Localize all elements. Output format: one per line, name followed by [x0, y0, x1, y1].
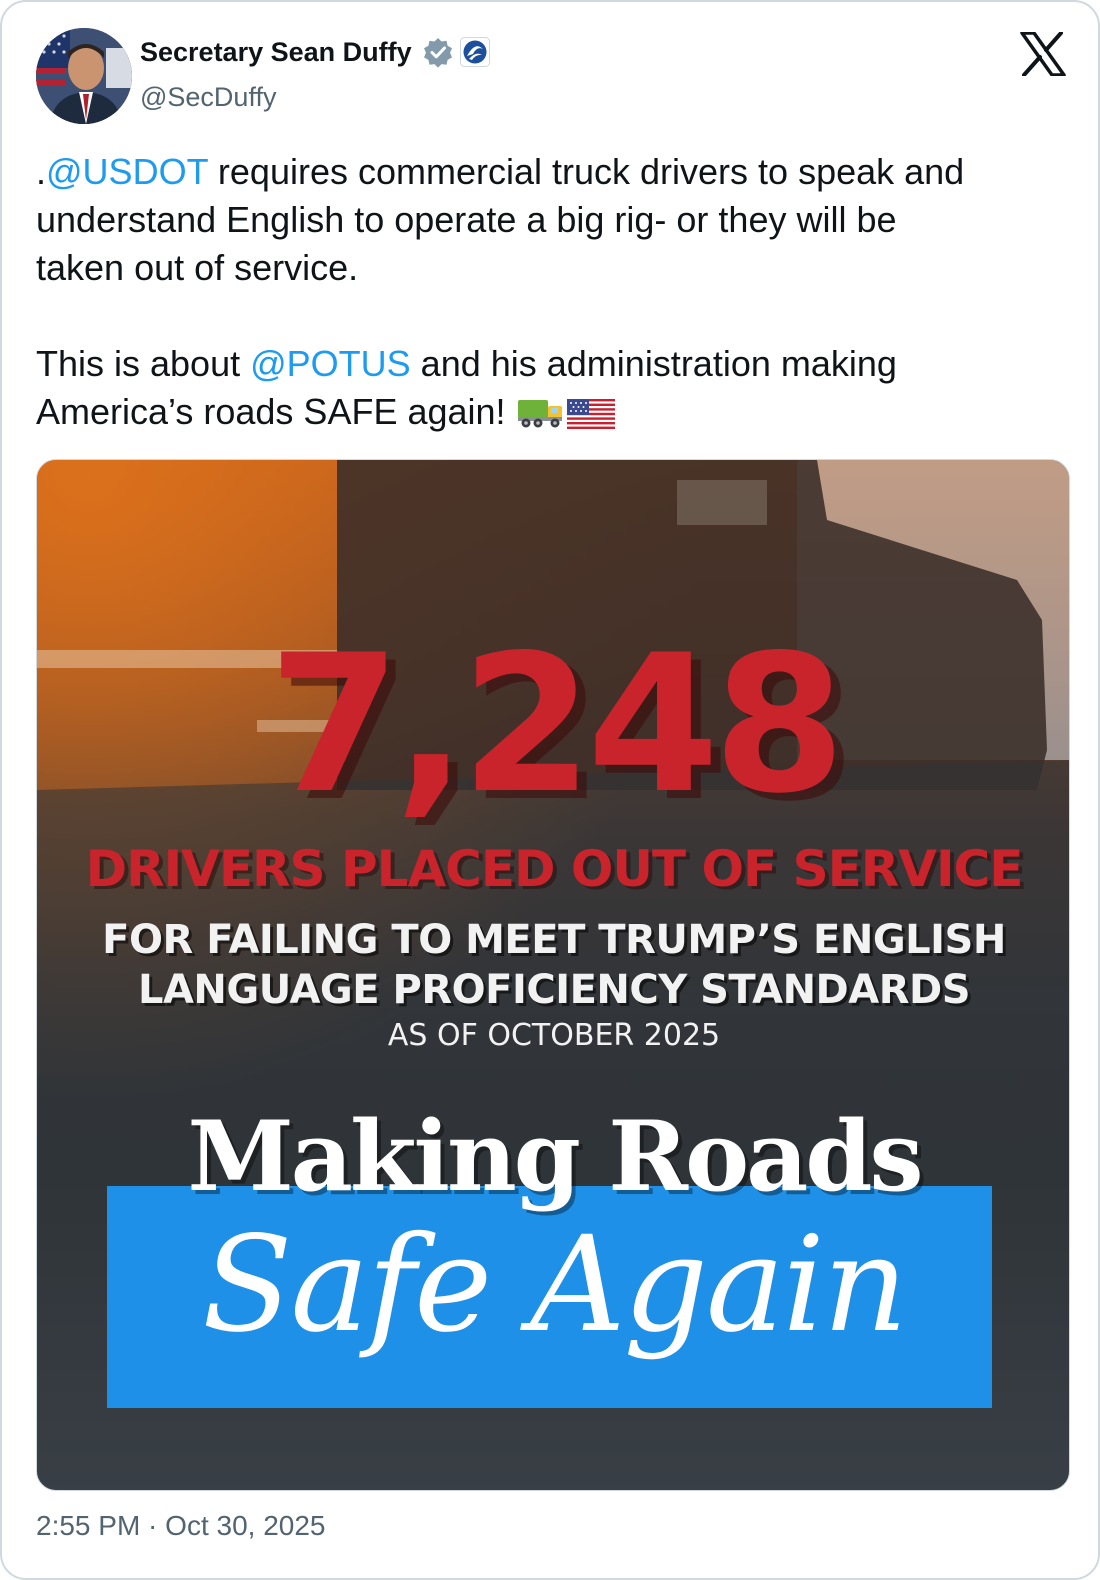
us-flag-emoji: [566, 394, 616, 442]
text-run: and his administration making: [410, 343, 897, 384]
avatar[interactable]: [36, 28, 132, 124]
mention-usdot-link[interactable]: @USDOT: [46, 151, 208, 192]
text-run: America’s roads SAFE again!: [36, 391, 516, 432]
out-of-service-count: 7,248: [268, 614, 846, 835]
subheadline-line: FOR FAILING TO MEET TRUMP’S ENGLISH: [102, 917, 1006, 963]
tweet-line: .@USDOT requires commercial truck driver…: [36, 148, 1076, 196]
headline: DRIVERS PLACED OUT OF SERVICE: [85, 840, 1024, 898]
mention-potus-link[interactable]: @POTUS: [250, 343, 411, 384]
profile-photo: [36, 28, 132, 124]
tweet-line: taken out of service.: [36, 247, 359, 288]
text-prefix: .: [36, 151, 47, 192]
verified-badge-icon[interactable]: [422, 36, 454, 68]
slogan-line-2: Safe Again: [202, 1208, 908, 1362]
author-name-row: Secretary Sean Duffy: [140, 36, 490, 68]
text-run: requires commercial truck drivers to spe…: [207, 151, 965, 192]
usdot-logo-icon[interactable]: [459, 37, 490, 67]
tweet-line: This is about @POTUS and his administrat…: [36, 340, 1076, 388]
subheadline-line: LANGUAGE PROFICIENCY STANDARDS: [137, 967, 971, 1013]
text-run: This is about: [36, 343, 251, 384]
x-logo-icon[interactable]: [1020, 31, 1066, 77]
tweet-media-image[interactable]: 7,248 DRIVERS PLACED OUT OF SERVICE FOR …: [36, 459, 1070, 1491]
tweet-line: America’s roads SAFE again!: [36, 388, 1076, 442]
slogan-line-1: Making Roads: [187, 1100, 924, 1213]
tweet-text: .@USDOT requires commercial truck driver…: [36, 148, 1076, 442]
truck-emoji: [516, 394, 566, 442]
as-of-date: AS OF OCTOBER 2025: [387, 1018, 721, 1053]
subheadline: FOR FAILING TO MEET TRUMP’S ENGLISH LANG…: [37, 915, 1069, 1015]
display-name[interactable]: Secretary Sean Duffy: [140, 37, 412, 68]
tweet-timestamp[interactable]: 2:55 PM · Oct 30, 2025: [36, 1510, 326, 1542]
author-handle[interactable]: @SecDuffy: [140, 82, 276, 113]
tweet-line: understand English to operate a big rig-…: [36, 199, 897, 240]
tweet-card: Secretary Sean Duffy @SecDuffy .@USDOT r…: [0, 0, 1100, 1580]
